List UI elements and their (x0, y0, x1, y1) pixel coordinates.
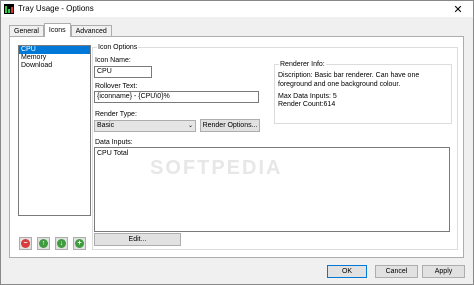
close-icon[interactable]: ✕ (443, 1, 473, 17)
tray-usage-app-icon (4, 4, 14, 14)
move-up-icon: ↑ (39, 239, 48, 248)
tab-strip: General Icons Advanced (9, 23, 112, 37)
add-icon: + (75, 239, 84, 248)
ok-button[interactable]: OK (327, 265, 367, 278)
render-type-value: Basic (97, 122, 115, 129)
move-down-button[interactable]: ↓ (55, 237, 68, 250)
rollover-text-label: Rollover Text: (95, 83, 138, 90)
icon-options-title: Icon Options (97, 43, 139, 52)
icon-name-input[interactable]: CPU (94, 66, 152, 78)
renderer-info-title: Renderer Info: (279, 60, 326, 69)
render-options-button[interactable]: Render Options... (200, 119, 260, 132)
list-button-row: − ↑ ↓ + (19, 237, 86, 250)
list-item-download[interactable]: Download (19, 62, 90, 70)
move-down-icon: ↓ (57, 239, 66, 248)
cancel-button[interactable]: Cancel (375, 265, 418, 278)
remove-icon-button[interactable]: − (19, 237, 32, 250)
move-up-button[interactable]: ↑ (37, 237, 50, 250)
icons-tab-panel: CPU Memory Download − ↑ ↓ + Icon Options… (9, 36, 464, 258)
options-window: Tray Usage - Options ✕ General Icons Adv… (0, 0, 474, 285)
list-item-memory[interactable]: Memory (19, 54, 90, 62)
render-type-label: Render Type: (95, 111, 137, 118)
renderer-info-group: Renderer Info: Discription: Basic bar re… (274, 60, 452, 124)
add-icon-button[interactable]: + (73, 237, 86, 250)
icon-name-label: Icon Name: (95, 57, 131, 64)
data-inputs-label: Data Inputs: (95, 139, 133, 146)
renderer-description: Discription: Basic bar renderer. Can hav… (278, 72, 420, 88)
title-bar: Tray Usage - Options ✕ (1, 1, 473, 17)
render-type-select[interactable]: Basic ⌄ (94, 120, 196, 132)
rollover-text-input[interactable]: {iconname} - {CPU\0}% (94, 91, 259, 103)
remove-icon: − (21, 239, 30, 248)
tab-icons[interactable]: Icons (43, 23, 71, 37)
icon-options-group: Icon Options Icon Name: CPU Rollover Tex… (92, 43, 458, 250)
window-title: Tray Usage - Options (18, 4, 94, 13)
list-item-cpu[interactable]: CPU (19, 46, 90, 54)
edit-button[interactable]: Edit... (94, 233, 181, 246)
apply-button[interactable]: Apply (422, 265, 465, 278)
softpedia-watermark: SOFTPEDIA (150, 157, 283, 179)
icon-list[interactable]: CPU Memory Download (18, 45, 91, 216)
render-count: Render Count:614 (278, 101, 336, 108)
chevron-down-icon: ⌄ (187, 123, 193, 129)
